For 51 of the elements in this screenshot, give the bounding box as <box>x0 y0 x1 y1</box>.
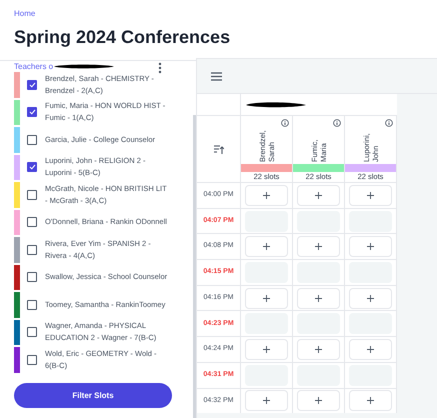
more-icon[interactable] <box>158 62 162 74</box>
unavailable-slot <box>245 313 288 334</box>
unavailable-slot <box>245 262 288 283</box>
checkbox[interactable] <box>27 162 37 172</box>
sort-icon[interactable] <box>214 144 224 154</box>
unavailable-slot <box>245 364 288 386</box>
unavailable-slot <box>297 313 340 334</box>
unavailable-slot <box>349 313 392 334</box>
redaction-mark <box>245 100 307 108</box>
plus-icon <box>367 192 374 199</box>
unavailable-slot <box>349 210 392 232</box>
unavailable-slot <box>349 262 392 283</box>
list-label: Teachers o <box>14 60 54 72</box>
info-icon[interactable] <box>385 119 393 127</box>
unavailable-slot <box>297 364 340 386</box>
info-icon[interactable] <box>333 119 341 127</box>
plus-icon <box>367 346 374 353</box>
plus-icon <box>263 397 270 404</box>
unavailable-slot <box>349 364 392 386</box>
plus-icon <box>263 294 270 302</box>
filter-slots-button[interactable]: Filter Slots <box>14 383 172 408</box>
checkbox[interactable] <box>27 190 37 200</box>
redaction-mark <box>53 63 116 70</box>
checkbox[interactable] <box>27 244 37 255</box>
home-link[interactable]: Home <box>14 9 423 19</box>
unavailable-slot <box>297 262 340 283</box>
unavailable-slot <box>297 210 340 232</box>
plus-icon <box>315 346 322 353</box>
plus-icon <box>367 294 374 302</box>
plus-icon <box>263 192 270 199</box>
plus-icon <box>263 243 270 250</box>
plus-icon <box>315 397 322 404</box>
plus-icon <box>315 294 322 302</box>
checkbox[interactable] <box>27 272 37 282</box>
checkbox[interactable] <box>27 300 37 310</box>
page-title: Spring 2024 Conferences <box>14 26 230 49</box>
plus-icon <box>367 243 374 250</box>
checkbox[interactable] <box>27 354 37 365</box>
plus-icon <box>315 192 322 199</box>
menu-icon[interactable] <box>211 72 222 80</box>
unavailable-slot <box>245 210 288 232</box>
checkbox[interactable] <box>27 217 37 228</box>
checkbox[interactable] <box>27 327 37 338</box>
plus-icon <box>367 397 374 404</box>
checkbox[interactable] <box>27 80 37 90</box>
checkbox[interactable] <box>27 107 37 118</box>
info-icon[interactable] <box>281 119 289 127</box>
scrollbar[interactable] <box>193 115 196 418</box>
plus-icon <box>315 243 322 250</box>
checkbox[interactable] <box>27 134 37 145</box>
plus-icon <box>263 346 270 353</box>
